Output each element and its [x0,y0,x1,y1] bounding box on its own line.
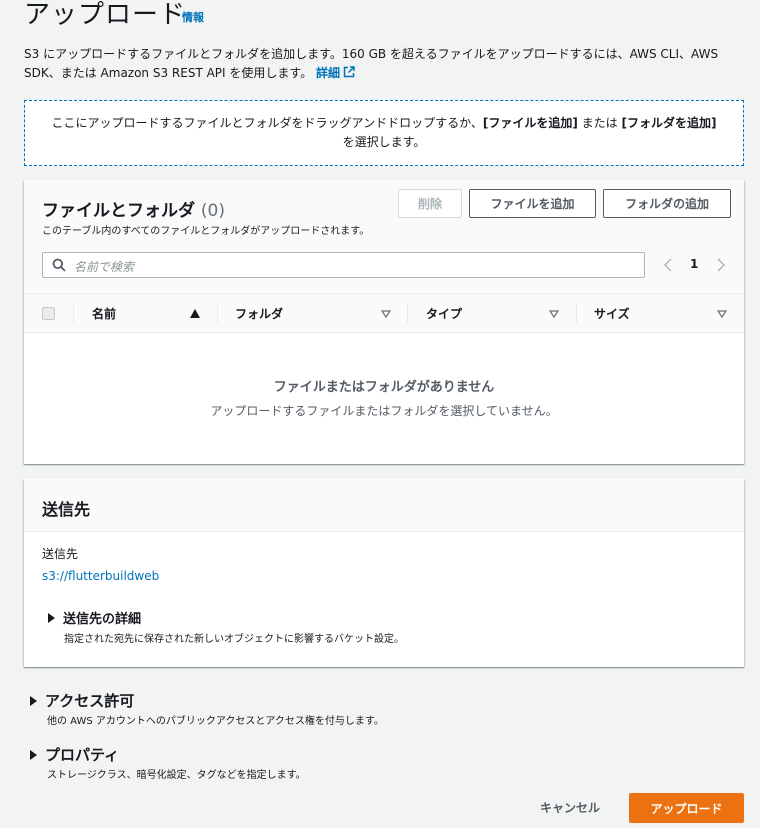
destination-details-desc: 指定された宛先に保存された新しいオブジェクトに影響するバケット設定。 [64,634,404,645]
destination-panel: 送信先 送信先 s3://flutterbuildweb 送信先の詳細 指定され… [24,479,744,667]
files-panel-subtitle: このテーブル内のすべてのファイルとフォルダがアップロードされます。 [42,226,370,237]
add-files-button[interactable]: ファイルを追加 [469,189,596,218]
upload-button[interactable]: アップロード [629,793,744,823]
destination-details-toggle[interactable]: 送信先の詳細 [48,608,141,627]
drop-zone-text-after: を選択します。 [342,135,426,149]
column-divider [217,304,218,324]
destination-header: 送信先 [24,479,744,532]
column-header-folder[interactable]: フォルダ [235,305,283,322]
cancel-button[interactable]: キャンセル [528,793,612,821]
destination-path-link[interactable]: s3://flutterbuildweb [42,569,159,583]
sort-icon[interactable] [381,310,391,318]
chevron-left-icon[interactable] [663,258,673,272]
drop-zone-add-folder: [フォルダを追加] [621,116,717,130]
page-number[interactable]: 1 [690,257,698,271]
delete-button[interactable]: 削除 [398,189,462,218]
properties-title: プロパティ [45,746,120,764]
select-all-checkbox[interactable] [42,307,55,320]
description-text: S3 にアップロードするファイルとフォルダを追加します。160 GB を超えるフ… [24,47,719,80]
drop-zone[interactable]: ここにアップロードするファイルとフォルダをドラッグアンドドロップするか、[ファイ… [24,100,744,166]
destination-details-title: 送信先の詳細 [63,612,142,627]
column-divider [576,304,577,324]
empty-state-subtitle: アップロードするファイルまたはフォルダを選択していません。 [210,404,558,418]
drop-zone-add-files: [ファイルを追加] [482,116,578,130]
drop-zone-text: ここにアップロードするファイルとフォルダをドラッグアンドドロップするか、[ファイ… [52,114,717,152]
search-placeholder: 名前で検索 [74,260,135,274]
files-panel-header: ファイルとフォルダ (0) このテーブル内のすべてのファイルとフォルダがアップロ… [24,180,744,293]
column-header-name[interactable]: 名前 [92,305,116,322]
table-header: 名前 フォルダ タイプ サイズ [24,293,744,333]
destination-title: 送信先 [42,500,91,519]
caret-right-icon [48,613,55,623]
sort-ascending-icon[interactable] [190,309,200,318]
column-divider [73,304,74,324]
files-panel-title: ファイルとフォルダ (0) [42,196,225,221]
info-link[interactable]: 情報 [182,9,204,25]
search-icon [52,258,66,272]
learn-more-label: 詳細 [316,66,341,80]
chevron-right-icon[interactable] [716,258,726,272]
caret-right-icon [30,750,37,760]
search-input[interactable]: 名前で検索 [42,252,645,278]
sort-icon[interactable] [717,310,727,318]
drop-zone-text-before: ここにアップロードするファイルとフォルダをドラッグアンドドロップするか、 [51,116,483,130]
column-header-size[interactable]: サイズ [594,305,630,322]
destination-label: 送信先 [42,547,79,561]
column-header-type[interactable]: タイプ [426,305,462,322]
caret-right-icon [30,696,37,706]
files-and-folders-panel: ファイルとフォルダ (0) このテーブル内のすべてのファイルとフォルダがアップロ… [24,180,744,464]
external-link-icon [343,66,355,78]
page-title: アップロード [24,0,187,30]
properties-desc: ストレージクラス、暗号化設定、タグなどを指定します。 [47,770,306,781]
permissions-desc: 他の AWS アカウントへのパブリックアクセスとアクセス権を付与します。 [47,716,384,727]
sort-icon[interactable] [549,310,559,318]
properties-toggle[interactable]: プロパティ [30,744,119,765]
learn-more-link[interactable]: 詳細 [316,66,355,80]
drop-zone-or: または [577,116,622,130]
permissions-toggle[interactable]: アクセス許可 [30,690,134,711]
empty-state-title: ファイルまたはフォルダがありません [273,380,495,395]
permissions-title: アクセス許可 [45,692,135,710]
column-divider [407,304,408,324]
files-title-text: ファイルとフォルダ [42,201,195,221]
page-description: S3 にアップロードするファイルとフォルダを追加します。160 GB を超えるフ… [24,45,744,83]
add-folder-button[interactable]: フォルダの追加 [603,189,731,218]
files-count: (0) [200,201,226,221]
